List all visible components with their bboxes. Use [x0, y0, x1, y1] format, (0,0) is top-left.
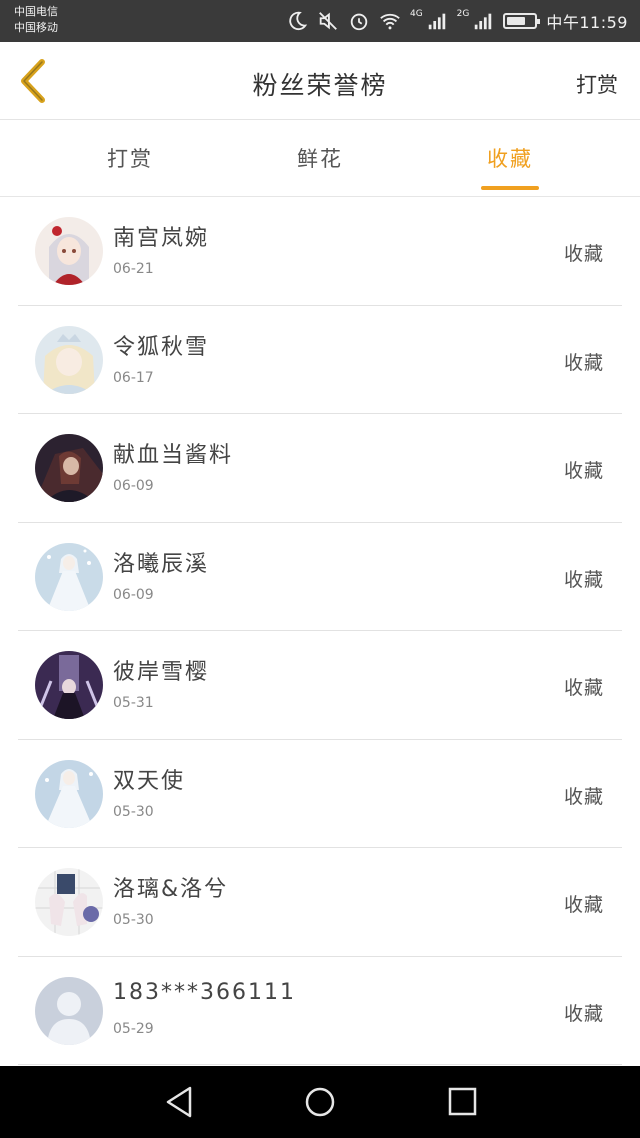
carrier-1: 中国电信 — [14, 5, 58, 18]
signal-icon — [428, 13, 445, 30]
tab-reward[interactable]: 打赏 — [70, 143, 190, 173]
title-bar: 粉丝荣誉榜 打赏 — [0, 42, 640, 120]
fan-date: 05-30 — [113, 803, 154, 820]
fan-action-type: 收藏 — [563, 351, 604, 374]
fan-name: 献血当酱料 — [113, 443, 234, 468]
list-item[interactable]: 183***366111 05-29 收藏 — [0, 957, 640, 1065]
fan-date: 06-21 — [113, 261, 154, 277]
divider — [18, 1064, 622, 1065]
fan-name: 洛曦辰溪 — [113, 551, 210, 577]
default-user-avatar — [35, 976, 103, 1045]
fan-action-type: 收藏 — [563, 1002, 604, 1025]
wifi-icon — [380, 13, 400, 30]
fan-date: 06-17 — [113, 369, 154, 386]
carrier-2: 中国移动 — [14, 21, 58, 34]
status-time: 中午11:59 — [546, 13, 628, 32]
carrier-info: 中国电信 中国移动 — [14, 4, 58, 36]
list-item[interactable]: 令狐秋雪 06-17 收藏 — [0, 306, 640, 414]
anime-girl-crown-avatar — [35, 325, 103, 394]
fan-name: 南宫岚婉 — [113, 226, 210, 251]
status-bar: 中国电信 中国移动 4G 2G 中午11:59 — [0, 0, 640, 42]
list-item[interactable]: 双天使 05-30 收藏 — [0, 740, 640, 848]
fan-action-type: 收藏 — [563, 568, 604, 591]
purple-gothic-avatar — [35, 651, 103, 719]
network-type-1: 4G — [409, 9, 423, 19]
moon-icon — [289, 11, 308, 31]
hands-avatar — [35, 868, 103, 936]
fan-date: 05-31 — [113, 695, 154, 711]
fan-action-type: 收藏 — [563, 894, 604, 916]
fan-date: 06-09 — [113, 478, 154, 494]
tab-flowers[interactable]: 鲜花 — [260, 143, 380, 173]
fan-action-type: 收藏 — [563, 677, 604, 699]
list-item[interactable]: 洛璃&洛兮 05-30 收藏 — [0, 848, 640, 957]
fan-date: 05-29 — [113, 1020, 154, 1037]
fan-name: 双天使 — [113, 768, 186, 794]
fan-action-type: 收藏 — [563, 785, 604, 808]
fan-name: 183***366111 — [113, 979, 296, 1005]
tab-favorites[interactable]: 收藏 — [450, 143, 570, 173]
list-item[interactable]: 彼岸雪樱 05-31 收藏 — [0, 631, 640, 740]
recents-square-icon[interactable] — [442, 1084, 482, 1120]
list-item[interactable]: 南宫岚婉 06-21 收藏 — [0, 197, 640, 306]
home-circle-icon[interactable] — [300, 1084, 340, 1120]
signal-icon — [475, 13, 492, 30]
alarm-icon — [350, 13, 368, 31]
tab-bar: 打赏 鲜花 收藏 — [0, 121, 640, 197]
dark-anime-avatar — [35, 434, 103, 502]
mute-icon — [319, 12, 337, 30]
white-dress-avatar — [35, 542, 103, 611]
fan-name: 洛璃&洛兮 — [113, 877, 229, 902]
fan-date: 05-30 — [113, 912, 154, 928]
active-tab-indicator — [481, 186, 539, 190]
reward-button[interactable]: 打赏 — [576, 69, 618, 99]
system-nav-bar — [0, 1066, 640, 1138]
fan-action-type: 收藏 — [563, 243, 604, 265]
back-triangle-icon[interactable] — [160, 1084, 200, 1120]
status-icons: 4G 2G 中午11:59 — [286, 8, 628, 34]
fan-date: 06-09 — [113, 586, 154, 603]
page-title: 粉丝荣誉榜 — [252, 71, 388, 100]
list-item[interactable]: 献血当酱料 06-09 收藏 — [0, 414, 640, 523]
fan-list: 南宫岚婉 06-21 收藏 令狐秋雪 06-17 收藏 献血当酱料 06-09 … — [0, 197, 640, 1065]
anime-girl-red-avatar — [35, 217, 103, 285]
network-type-2: 2G — [456, 9, 470, 19]
list-item[interactable]: 洛曦辰溪 06-09 收藏 — [0, 523, 640, 631]
fan-name: 令狐秋雪 — [113, 334, 210, 360]
white-dress-avatar — [35, 759, 103, 828]
fan-name: 彼岸雪樱 — [113, 660, 210, 685]
battery-icon — [503, 13, 541, 29]
fan-action-type: 收藏 — [563, 460, 604, 482]
